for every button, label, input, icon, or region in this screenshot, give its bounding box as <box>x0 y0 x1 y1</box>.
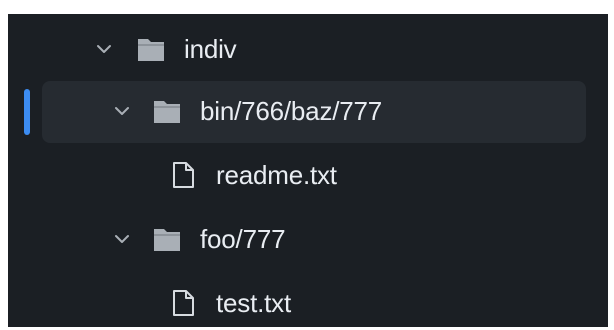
tree-item-readme-txt[interactable]: readme.txt <box>8 150 608 202</box>
file-icon <box>173 290 194 316</box>
tree-item-bin-766-baz-777[interactable]: bin/766/baz/777 <box>8 86 608 138</box>
tree-item-label: test.txt <box>216 288 291 318</box>
file-tree-panel: indiv bin/766/baz/777 readme.txt foo/777 <box>8 14 608 327</box>
folder-icon <box>154 101 180 123</box>
folder-icon <box>154 229 180 251</box>
folder-icon <box>138 39 164 61</box>
chevron-down-icon[interactable] <box>112 229 132 249</box>
tree-item-label: indiv <box>184 34 237 64</box>
tree-item-label: foo/777 <box>200 224 286 254</box>
tree-item-indiv[interactable]: indiv <box>8 24 608 76</box>
file-icon <box>173 162 194 188</box>
tree-item-label: bin/766/baz/777 <box>200 96 383 126</box>
tree-item-label: readme.txt <box>216 160 337 190</box>
tree-item-foo-777[interactable]: foo/777 <box>8 214 608 266</box>
chevron-down-icon[interactable] <box>94 39 114 59</box>
tree-item-test-txt[interactable]: test.txt <box>8 278 608 330</box>
chevron-down-icon[interactable] <box>112 101 132 121</box>
